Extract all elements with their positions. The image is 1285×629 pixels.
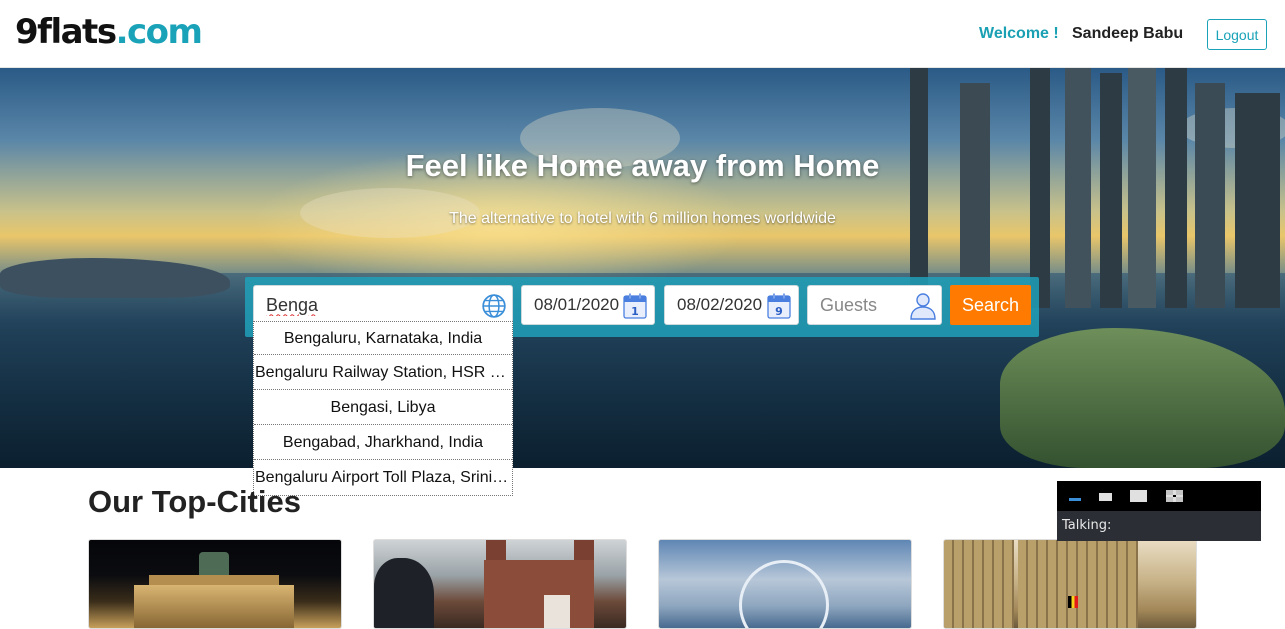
hero-building bbox=[960, 83, 990, 308]
hero-building bbox=[1100, 73, 1122, 308]
large-window-icon[interactable] bbox=[1130, 490, 1147, 502]
hero-title: Feel like Home away from Home bbox=[405, 148, 880, 183]
globe-icon[interactable] bbox=[481, 293, 507, 319]
site-logo[interactable]: 9flats.com bbox=[15, 10, 203, 54]
guests-field[interactable] bbox=[807, 285, 942, 325]
location-suggestions: Bengaluru, Karnataka, India Bengaluru Ra… bbox=[253, 321, 513, 496]
hero-bridge bbox=[0, 258, 230, 298]
hero-building bbox=[1030, 68, 1050, 308]
suggestion-item[interactable]: Bengasi, Libya bbox=[254, 390, 512, 425]
checkout-field[interactable]: 9 bbox=[664, 285, 799, 325]
top-header: 9flats.com Welcome ! Sandeep Babu Logout bbox=[0, 0, 1285, 68]
checkin-input[interactable] bbox=[534, 286, 630, 324]
checkin-field[interactable]: 1 bbox=[521, 285, 655, 325]
checkout-input[interactable] bbox=[677, 286, 773, 324]
quadriga-shape bbox=[199, 552, 229, 576]
calendar-icon[interactable]: 9 bbox=[766, 293, 792, 319]
hero-building bbox=[1065, 68, 1091, 308]
guests-input[interactable] bbox=[820, 286, 910, 324]
hero-banner: Feel like Home away from Home The altern… bbox=[0, 68, 1285, 468]
city-card-brussels[interactable] bbox=[943, 539, 1197, 629]
talk-status-text: Talking: bbox=[1057, 511, 1261, 541]
search-button[interactable]: Search bbox=[950, 285, 1031, 325]
ferris-wheel-shape bbox=[739, 560, 829, 628]
user-name: Sandeep Babu bbox=[1072, 25, 1184, 42]
small-window-icon[interactable] bbox=[1099, 493, 1112, 501]
calendar-icon[interactable]: 1 bbox=[622, 293, 648, 319]
gate-shape bbox=[134, 585, 294, 628]
city-card-london[interactable] bbox=[658, 539, 912, 629]
flag-shape bbox=[1068, 596, 1078, 608]
welcome-text: Welcome ! bbox=[979, 25, 1059, 42]
hero-building bbox=[910, 68, 928, 308]
talk-widget-toolbar bbox=[1057, 481, 1261, 511]
hero-building bbox=[1195, 83, 1225, 308]
calendar-day-label: 9 bbox=[775, 305, 783, 318]
museum-shape bbox=[484, 560, 594, 628]
location-field[interactable] bbox=[253, 285, 513, 325]
suggestion-item[interactable]: Bengabad, Jharkhand, India bbox=[254, 425, 512, 460]
hero-building bbox=[1165, 68, 1187, 308]
building-shape bbox=[944, 540, 1014, 628]
hero-building bbox=[1128, 68, 1156, 308]
grid-view-icon[interactable] bbox=[1166, 490, 1183, 502]
building-shape bbox=[1018, 540, 1138, 628]
logout-button[interactable]: Logout bbox=[1207, 19, 1267, 50]
suggestion-item[interactable]: Bengaluru, Karnataka, India bbox=[254, 322, 512, 355]
location-input[interactable] bbox=[266, 286, 466, 324]
calendar-day-label: 1 bbox=[631, 305, 639, 318]
city-card-berlin[interactable] bbox=[88, 539, 342, 629]
poster-shape bbox=[544, 595, 570, 628]
hero-subtitle: The alternative to hotel with 6 million … bbox=[449, 210, 836, 227]
hero-building bbox=[1235, 93, 1280, 308]
sculpture-shape bbox=[374, 558, 434, 628]
user-icon[interactable] bbox=[907, 289, 939, 321]
suggestion-item[interactable]: Bengaluru Railway Station, HSR Layout, B… bbox=[254, 355, 512, 390]
city-card-amsterdam[interactable] bbox=[373, 539, 627, 629]
top-cities-title: Our Top-Cities bbox=[88, 484, 301, 519]
minimize-icon[interactable] bbox=[1069, 498, 1081, 501]
talk-widget: Talking: bbox=[1057, 481, 1261, 541]
